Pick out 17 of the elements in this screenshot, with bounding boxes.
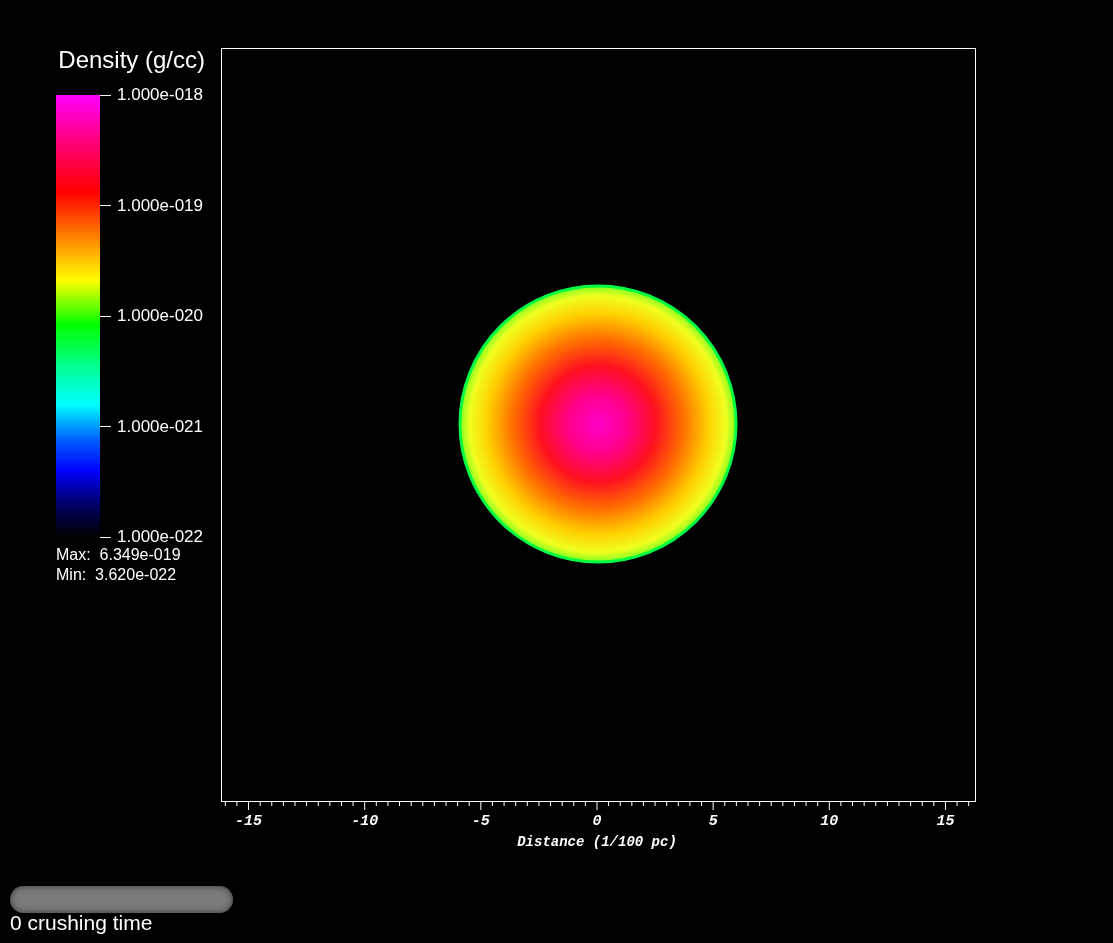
x-tick-label: 10 [820,813,839,831]
colorbar-tick-label: 1.000e-018 [117,85,204,105]
time-label: 0 crushing time [10,911,153,935]
x-axis-title: Distance (1/100 pc) [517,833,677,851]
x-tick-label: -15 [235,813,263,831]
colorbar-tick-label: 1.000e-021 [117,416,204,437]
colorbar-tick-label: 1.000e-019 [117,195,204,216]
x-tick-label: -5 [471,813,490,831]
x-tick-label: 15 [936,813,955,831]
colorbar-tick-label: 1.000e-020 [117,306,204,326]
max-value: Max: 6.349e-019 [56,545,181,565]
legend-title: Density (g/cc) [58,45,205,75]
colorbar-tick-label: 1.000e-022 [117,527,204,547]
x-tick-label: 5 [708,813,718,831]
x-tick-label: -10 [351,813,379,831]
min-value: Min: 3.620e-022 [56,565,177,585]
x-tick-label: 0 [592,813,602,831]
